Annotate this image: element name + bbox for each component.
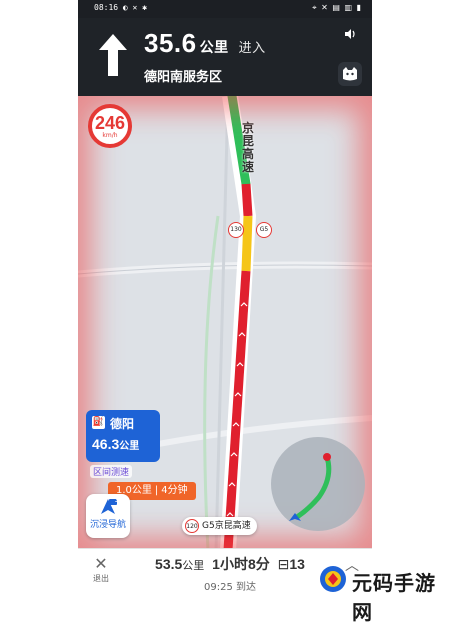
exit-distance-unit: 公里 <box>119 441 140 452</box>
phone-screen: 京昆高速 130 G5 08:16 ◐ ✕ ✱ ⌖ ✕ ▤ ▥ ▮ 35.6 公里… <box>78 0 372 600</box>
site-watermark: 元码手游网 <box>318 562 448 624</box>
highway-name-label: 京昆高速 <box>242 121 255 174</box>
speed-limit-badge: 120 <box>185 518 199 533</box>
watermark-logo-icon <box>320 566 346 592</box>
current-road-sign: 120 G5京昆高速 <box>182 517 257 535</box>
close-icon: ✕ <box>94 554 108 573</box>
mascot-icon[interactable] <box>338 62 362 86</box>
traffic-light-icon: ⊟ <box>277 556 290 572</box>
immersive-nav-label: 沉浸导航 <box>89 520 126 530</box>
distance-value: 35.6 <box>144 28 197 58</box>
remaining-distance-unit: 公里 <box>182 560 205 572</box>
current-road-name: G5京昆高速 <box>202 521 251 531</box>
immersive-nav-button[interactable]: 3D 沉浸导航 <box>86 494 130 538</box>
speed-sign-small: 130 <box>228 222 244 238</box>
service-area-icon: ⛽ <box>92 416 105 429</box>
status-icons: ⌖ ✕ ▤ ▥ ▮ <box>312 3 362 12</box>
exit-distance: 46.3公里 <box>92 436 139 452</box>
distance-unit: 公里 <box>199 39 229 55</box>
remaining-time: 1小时8分 <box>212 556 270 572</box>
voice-settings-icon[interactable] <box>340 24 360 44</box>
segment-time: 4分钟 <box>161 485 188 496</box>
next-exit-card[interactable]: ⛽ 德阳 46.3公里 <box>86 410 160 462</box>
immersive-icon-label: 3D <box>115 498 123 504</box>
watermark-text: 元码手游网 <box>352 571 436 624</box>
current-speed-value: 246 <box>94 113 126 133</box>
straight-arrow-icon <box>99 34 127 76</box>
status-bar: 08:16 ◐ ✕ ✱ ⌖ ✕ ▤ ▥ ▮ <box>78 0 372 18</box>
target-road-name: 德阳南服务区 <box>144 70 223 85</box>
guidance-panel: 35.6 公里 进入 德阳南服务区 <box>78 18 372 96</box>
trip-summary[interactable]: 53.5公里 1小时8分 ⊟13 09:25 到达 <box>140 554 320 593</box>
exit-distance-value: 46.3 <box>92 436 120 452</box>
minimap-route <box>289 453 332 521</box>
next-maneuver-distance: 35.6 公里 进入 <box>144 28 266 59</box>
traffic-light-count: 13 <box>289 556 305 572</box>
status-time: 08:16 ◐ ✕ ✱ <box>94 3 147 12</box>
exit-navigation-button[interactable]: ✕ 退出 <box>86 555 116 584</box>
remaining-distance: 53.5 <box>155 556 183 572</box>
road-sign-small: G5 <box>256 222 272 238</box>
maneuver-action: 进入 <box>238 40 266 55</box>
current-speed-badge: 246 km/h <box>88 104 132 148</box>
current-speed-unit: km/h <box>102 132 118 139</box>
exit-name: 德阳 <box>110 417 135 431</box>
exit-label: 退出 <box>93 574 109 583</box>
camera-tag: 区间测速 <box>90 465 133 478</box>
arrival-time: 09:25 到达 <box>204 582 256 593</box>
overview-minimap[interactable] <box>271 437 365 531</box>
